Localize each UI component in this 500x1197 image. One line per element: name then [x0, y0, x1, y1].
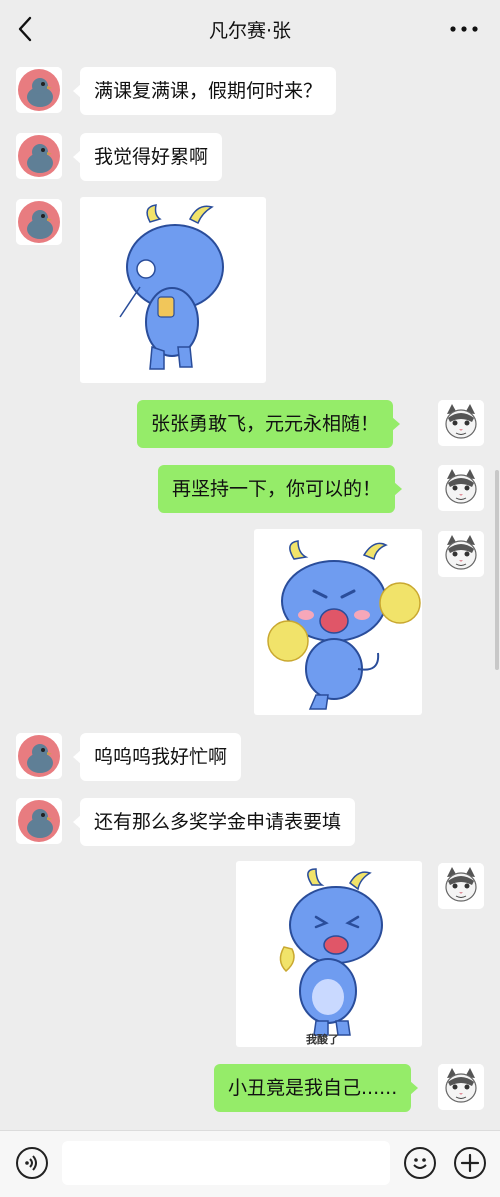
message-bubble-incoming[interactable]: 呜呜呜我好忙啊 — [72, 733, 242, 781]
input-bar — [0, 1130, 500, 1197]
sticker-dragon-lemon[interactable] — [236, 861, 422, 1047]
emoji-button[interactable] — [404, 1147, 436, 1179]
scrollbar[interactable] — [495, 470, 499, 670]
my-avatar[interactable] — [438, 400, 484, 446]
message-bubble-incoming[interactable]: 满课复满课，假期何时来？ — [72, 67, 337, 115]
message-bubble-outgoing[interactable]: 再坚持一下，你可以的！ — [158, 465, 403, 513]
my-avatar[interactable] — [438, 1064, 484, 1110]
voice-icon — [25, 1155, 37, 1171]
my-avatar[interactable] — [438, 531, 484, 577]
plus-icon — [460, 1153, 480, 1173]
message-bubble-outgoing[interactable]: 小丑竟是我自己...... — [214, 1064, 419, 1112]
sticker-dragon-cheering[interactable] — [254, 529, 422, 715]
message-bubble-incoming[interactable]: 还有那么多奖学金申请表要填 — [72, 798, 356, 846]
chat-header: 凡尔赛·张 — [0, 0, 500, 58]
more-button[interactable] — [448, 16, 480, 42]
contact-avatar[interactable] — [16, 798, 62, 844]
contact-avatar[interactable] — [16, 133, 62, 179]
voice-button[interactable] — [16, 1147, 48, 1179]
more-dots-icon — [450, 26, 478, 32]
contact-avatar[interactable] — [16, 199, 62, 245]
sticker-dragon-walking[interactable] — [80, 197, 266, 383]
my-avatar[interactable] — [438, 863, 484, 909]
plus-button[interactable] — [454, 1147, 486, 1179]
contact-avatar[interactable] — [16, 733, 62, 779]
message-bubble-incoming[interactable]: 我觉得好累啊 — [72, 133, 223, 181]
contact-avatar[interactable] — [16, 67, 62, 113]
message-bubble-outgoing[interactable]: 张张勇敢飞，元元永相随！ — [137, 400, 401, 448]
chat-title: 凡尔赛·张 — [208, 20, 292, 42]
emoji-icon — [413, 1158, 427, 1169]
my-avatar[interactable] — [438, 465, 484, 511]
sticker-caption: 我酸了 — [306, 1033, 339, 1046]
message-input[interactable] — [62, 1141, 390, 1185]
